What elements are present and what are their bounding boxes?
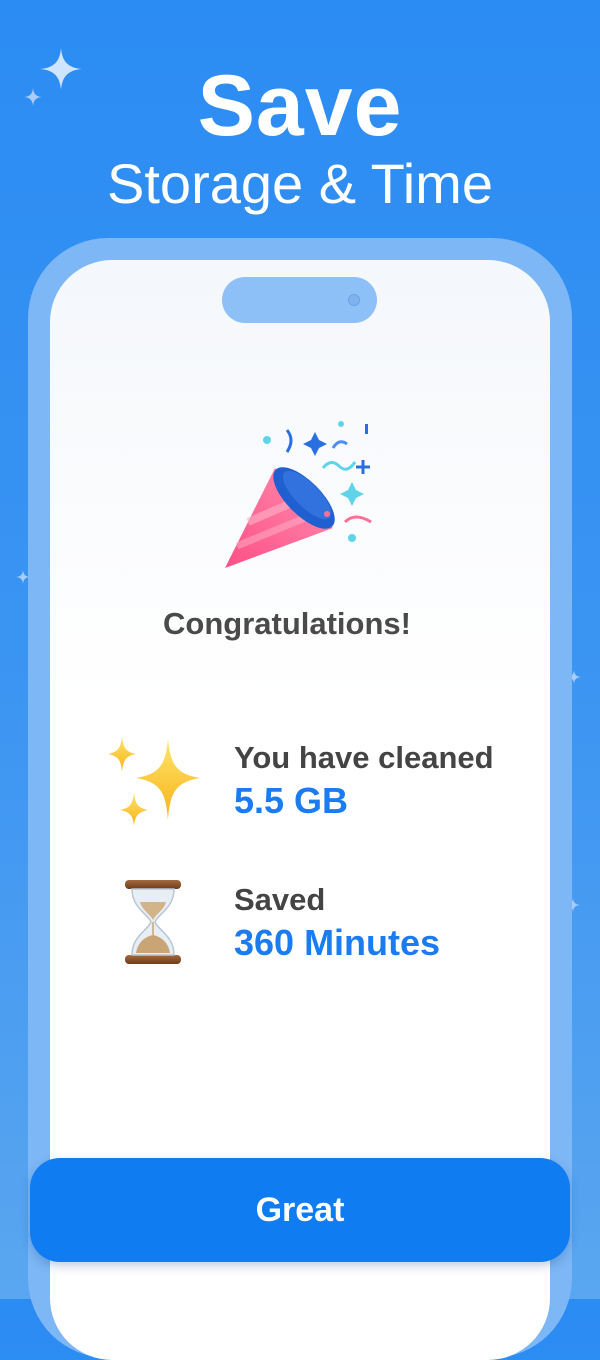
hourglass-icon bbox=[125, 880, 181, 964]
headline: Save Storage & Time bbox=[0, 58, 600, 216]
great-button[interactable]: Great bbox=[30, 1158, 570, 1262]
page-subtitle: Storage & Time bbox=[107, 152, 493, 215]
cleaned-value: 5.5 GB bbox=[234, 780, 349, 821]
sparkles-icon bbox=[108, 736, 200, 826]
saved-value: 360 Minutes bbox=[234, 922, 441, 963]
saved-stat: Saved 360 Minutes bbox=[234, 880, 440, 966]
camera-icon bbox=[348, 294, 360, 306]
cleaned-label: You have cleaned bbox=[234, 740, 494, 775]
page-title: Save bbox=[197, 58, 403, 154]
party-popper-icon bbox=[225, 421, 372, 568]
saved-label: Saved bbox=[234, 882, 326, 917]
dynamic-island bbox=[222, 277, 377, 323]
congratulations-text: Congratulations! bbox=[163, 606, 411, 641]
cleaned-stat: You have cleaned 5.5 GB bbox=[234, 738, 494, 824]
